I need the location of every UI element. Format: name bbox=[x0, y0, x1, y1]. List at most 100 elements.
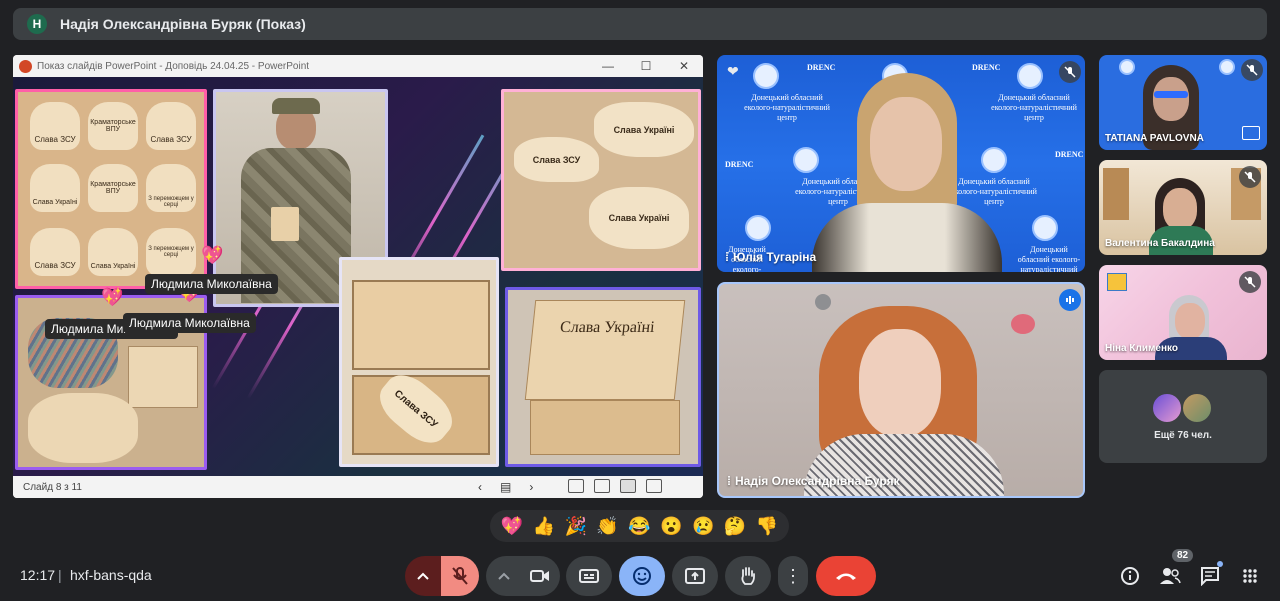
org-logo-icon bbox=[1032, 215, 1058, 241]
pip-icon[interactable] bbox=[1242, 126, 1260, 140]
reading-view-icon[interactable] bbox=[620, 479, 636, 493]
captions-button[interactable] bbox=[566, 556, 612, 596]
prev-slide-icon[interactable]: ‹ bbox=[478, 480, 482, 494]
minimize-icon[interactable]: — bbox=[589, 59, 627, 73]
heart-reaction-icon: 💖 bbox=[201, 245, 224, 265]
reaction-clap-icon[interactable]: 👏 bbox=[596, 516, 618, 537]
reaction-party-icon[interactable]: 🎉 bbox=[564, 516, 586, 537]
participant-tile-pavlovna[interactable]: TATIANA PAVLOVNA bbox=[1099, 55, 1267, 150]
present-screen-button[interactable] bbox=[672, 556, 718, 596]
next-slide-icon[interactable]: › bbox=[529, 480, 533, 494]
leave-call-button[interactable] bbox=[816, 556, 876, 596]
slideshow-view-icon[interactable] bbox=[646, 479, 662, 493]
wood-tag: Слава ЗСУ bbox=[30, 102, 80, 150]
reactions-button[interactable] bbox=[619, 556, 665, 596]
participant-avatar bbox=[1181, 392, 1213, 424]
hang-up-icon bbox=[836, 573, 856, 580]
hand-icon bbox=[741, 567, 755, 585]
meeting-code: hxf-bans-qda bbox=[70, 567, 152, 583]
chat-icon[interactable] bbox=[1199, 561, 1223, 587]
person-clothes bbox=[804, 434, 1004, 496]
org-logo-icon bbox=[1119, 59, 1135, 75]
more-options-button[interactable]: ⋮ bbox=[778, 556, 808, 596]
reaction-surprised-icon[interactable]: 😮 bbox=[660, 516, 682, 537]
reaction-laugh-icon[interactable]: 😂 bbox=[628, 516, 650, 537]
reaction-sad-icon[interactable]: 😢 bbox=[692, 516, 714, 537]
reaction-thinking-icon[interactable]: 🤔 bbox=[724, 516, 746, 537]
org-logo-icon bbox=[1219, 59, 1235, 75]
slide-menu-icon[interactable]: ▤ bbox=[500, 480, 511, 494]
bg-brand: DRENC bbox=[1055, 150, 1084, 159]
powerpoint-icon bbox=[19, 59, 32, 73]
box-side bbox=[530, 400, 680, 455]
camera-toggle-button[interactable] bbox=[520, 556, 560, 596]
close-icon[interactable]: ✕ bbox=[665, 59, 703, 73]
reaction-thumbs-up-icon[interactable]: 👍 bbox=[533, 516, 555, 537]
participant-name-label: Валентина Бакалдина bbox=[1105, 238, 1215, 249]
ppt-window-title: Показ слайдів PowerPoint - Доповідь 24.0… bbox=[37, 60, 310, 72]
presenter-banner: Н Надія Олександрівна Буряк (Показ) bbox=[13, 8, 1267, 40]
wood-tag: Слава Україні bbox=[30, 164, 80, 212]
reaction-thumbs-down-icon[interactable]: 👎 bbox=[756, 516, 778, 537]
person-clothes bbox=[812, 203, 1002, 272]
participant-tile-tugarina[interactable]: DRENC DRENC DRENC DRENC Донецький обласн… bbox=[717, 55, 1085, 272]
participant-tile-klymenko[interactable]: Ніна Клименко bbox=[1099, 265, 1267, 360]
more-participants-tile[interactable]: Ещё 76 чел. bbox=[1099, 370, 1267, 463]
reaction-heart-icon[interactable]: 💖 bbox=[501, 516, 523, 537]
emoji-icon bbox=[633, 567, 651, 585]
bg-org-text: Донецький обласний еколого-натуралістичн… bbox=[951, 177, 1037, 206]
mic-off-icon bbox=[1239, 166, 1261, 188]
wood-tag: Слава ЗСУ bbox=[146, 102, 196, 150]
presentation-window[interactable]: Показ слайдів PowerPoint - Доповідь 24.0… bbox=[13, 55, 703, 498]
soldier-cap bbox=[272, 98, 320, 114]
wood-tag: З переможцем у серці bbox=[146, 164, 196, 212]
meeting-info-icon[interactable] bbox=[1119, 565, 1141, 587]
heart-reaction-icon: 💖 bbox=[101, 287, 124, 307]
photo-closed-box: Слава Україні bbox=[505, 287, 701, 467]
people-icon[interactable] bbox=[1159, 565, 1181, 587]
slide-navigation: ‹ ▤ › bbox=[478, 480, 533, 494]
person-face bbox=[1175, 303, 1205, 339]
participant-name: Ніна Клименко bbox=[1105, 343, 1178, 354]
participant-name: Валентина Бакалдина bbox=[1105, 238, 1215, 249]
camera-options-button[interactable] bbox=[486, 556, 522, 596]
person-glasses bbox=[1154, 91, 1188, 98]
raise-hand-button[interactable] bbox=[725, 556, 771, 596]
reaction-name-tag: Людмила Миколаївна bbox=[145, 274, 278, 294]
camera-icon bbox=[530, 570, 549, 582]
reactions-bar: 💖 👍 🎉 👏 😂 😮 😢 🤔 👎 bbox=[490, 510, 789, 542]
slide-sorter-icon[interactable] bbox=[594, 479, 610, 493]
wood-tag: З переможцем у серці bbox=[146, 228, 196, 276]
speaking-indicator-icon bbox=[1059, 289, 1081, 311]
reaction-name-tag: Людмила Миколаївна bbox=[123, 313, 256, 333]
bg-brand: DRENC bbox=[725, 160, 754, 169]
participant-tile-bakaldina[interactable]: Валентина Бакалдина bbox=[1099, 160, 1267, 255]
view-switcher bbox=[568, 479, 662, 493]
wood-map: Слава Україні bbox=[594, 102, 694, 157]
maximize-icon[interactable]: ☐ bbox=[627, 59, 665, 73]
photo-wooden-tags: Слава ЗСУ Краматорське ВПУ Слава ЗСУ Сла… bbox=[15, 89, 207, 289]
person-face bbox=[1163, 188, 1197, 230]
mic-options-button[interactable] bbox=[405, 556, 441, 596]
wood-tag: Слава Україні bbox=[88, 228, 138, 276]
slide-canvas: Слава ЗСУ Краматорське ВПУ Слава ЗСУ Сла… bbox=[13, 77, 703, 476]
mic-toggle-button[interactable] bbox=[441, 556, 479, 596]
participant-name-label: Юлія Тугаріна bbox=[733, 250, 817, 264]
presenter-banner-title: Надія Олександрівна Буряк (Показ) bbox=[60, 16, 306, 32]
captions-icon bbox=[579, 569, 599, 583]
org-logo-icon bbox=[793, 147, 819, 173]
wall-decor bbox=[815, 294, 831, 310]
chevron-up-icon bbox=[498, 572, 510, 580]
normal-view-icon[interactable] bbox=[568, 479, 584, 493]
person-face bbox=[870, 97, 942, 191]
wood-tag: Краматорське ВПУ bbox=[88, 102, 138, 150]
box-engraved-lid: Слава Україні bbox=[524, 300, 686, 400]
activities-icon[interactable] bbox=[1239, 565, 1261, 587]
participant-tile-buriak[interactable]: ⁞ Надія Олександрівна Буряк bbox=[717, 282, 1085, 498]
wood-map: Слава ЗСУ bbox=[514, 137, 599, 182]
box-lid bbox=[352, 280, 490, 370]
keychain-box bbox=[128, 346, 198, 408]
participant-name-label: Надія Олександрівна Буряк bbox=[735, 474, 900, 488]
mic-off-icon bbox=[452, 567, 468, 585]
heart-reaction-icon: ❤ bbox=[727, 63, 739, 79]
